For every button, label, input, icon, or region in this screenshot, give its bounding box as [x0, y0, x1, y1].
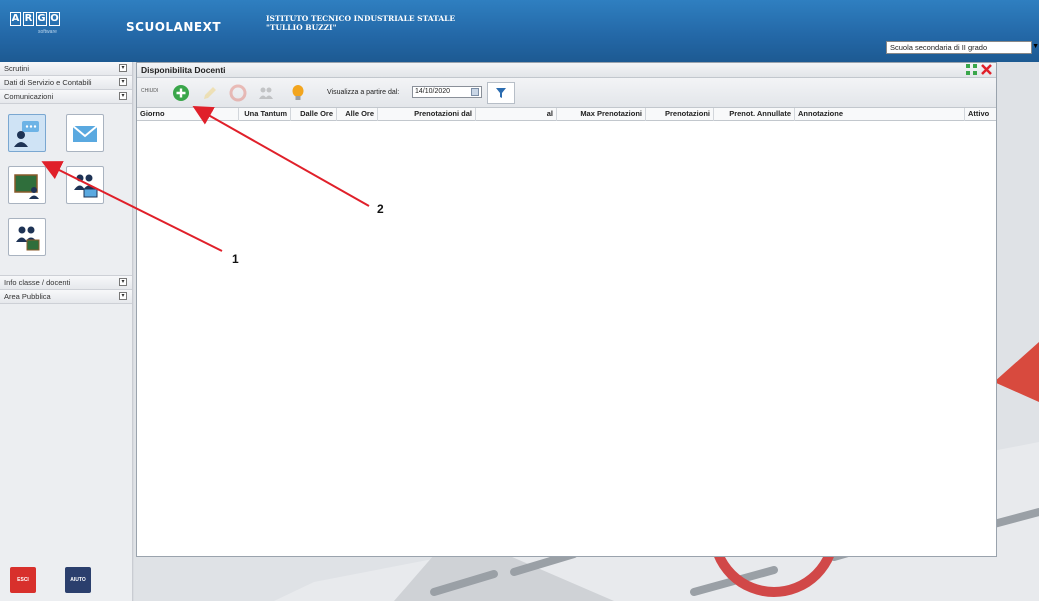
- annotation-marker-1: 1: [232, 252, 239, 266]
- annotation-arrow-2: [192, 106, 370, 207]
- annotation-marker-2: 2: [377, 202, 384, 216]
- annotation-arrow-1: [41, 161, 223, 252]
- annotation-overlay: [41, 106, 370, 252]
